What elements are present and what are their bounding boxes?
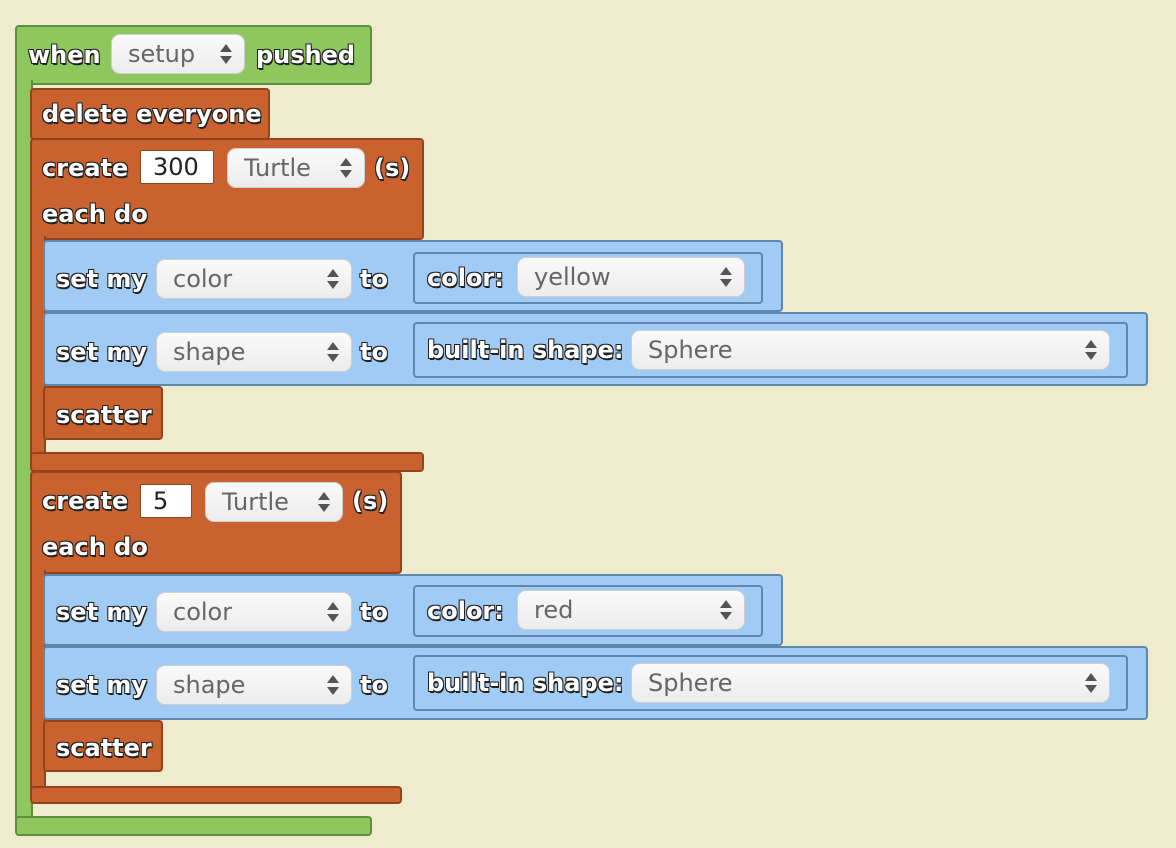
set-my-label: set my bbox=[56, 338, 148, 366]
shape-value-dropdown[interactable]: Sphere bbox=[631, 330, 1110, 370]
each-do-label: each do bbox=[42, 200, 148, 228]
create-label: create bbox=[42, 154, 129, 182]
shape-value-dropdown-value: Sphere bbox=[648, 669, 733, 697]
property-dropdown-value: color bbox=[173, 598, 233, 626]
when-label: when bbox=[28, 41, 101, 69]
property-dropdown[interactable]: shape bbox=[156, 665, 352, 705]
breed-dropdown[interactable]: Turtle bbox=[227, 148, 365, 188]
create-block-1-footer bbox=[30, 452, 424, 472]
trigger-dropdown-value: setup bbox=[128, 40, 196, 68]
updown-arrows-icon bbox=[1085, 340, 1097, 360]
color-value-label: color: bbox=[427, 264, 504, 292]
breed-dropdown-value: Turtle bbox=[244, 154, 311, 182]
event-block-footer bbox=[15, 816, 372, 836]
to-label: to bbox=[360, 598, 388, 626]
color-value-dropdown-value: red bbox=[534, 596, 574, 624]
trigger-dropdown[interactable]: setup bbox=[111, 34, 245, 74]
create-label: create bbox=[42, 487, 129, 515]
property-dropdown-value: shape bbox=[173, 338, 246, 366]
updown-arrows-icon bbox=[340, 158, 352, 178]
scatter-label: scatter bbox=[56, 734, 152, 762]
updown-arrows-icon bbox=[327, 269, 339, 289]
updown-arrows-icon bbox=[720, 600, 732, 620]
count-input[interactable]: 300 bbox=[140, 150, 214, 184]
updown-arrows-icon bbox=[327, 675, 339, 695]
plural-suffix-label: (s) bbox=[352, 487, 389, 515]
updown-arrows-icon bbox=[220, 44, 232, 64]
breed-dropdown[interactable]: Turtle bbox=[205, 482, 343, 522]
color-value-label: color: bbox=[427, 597, 504, 625]
create-block-2-footer bbox=[30, 786, 402, 804]
updown-arrows-icon bbox=[720, 267, 732, 287]
set-my-label: set my bbox=[56, 671, 148, 699]
shape-value-label: built-in shape: bbox=[427, 669, 624, 697]
updown-arrows-icon bbox=[318, 492, 330, 512]
count-input[interactable]: 5 bbox=[140, 484, 192, 518]
to-label: to bbox=[360, 338, 388, 366]
updown-arrows-icon bbox=[327, 602, 339, 622]
delete-everyone-label: delete everyone bbox=[42, 100, 262, 128]
each-do-label: each do bbox=[42, 533, 148, 561]
property-dropdown-value: color bbox=[173, 265, 233, 293]
color-value-dropdown-value: yellow bbox=[534, 263, 611, 291]
plural-suffix-label: (s) bbox=[374, 154, 411, 182]
to-label: to bbox=[360, 265, 388, 293]
property-dropdown[interactable]: color bbox=[156, 259, 352, 299]
shape-value-label: built-in shape: bbox=[427, 336, 624, 364]
color-value-dropdown[interactable]: red bbox=[517, 590, 745, 630]
scatter-label: scatter bbox=[56, 401, 152, 429]
to-label: to bbox=[360, 671, 388, 699]
color-value-dropdown[interactable]: yellow bbox=[517, 257, 745, 297]
property-dropdown[interactable]: color bbox=[156, 592, 352, 632]
shape-value-dropdown[interactable]: Sphere bbox=[631, 663, 1110, 703]
set-my-label: set my bbox=[56, 598, 148, 626]
shape-value-dropdown-value: Sphere bbox=[648, 336, 733, 364]
property-dropdown-value: shape bbox=[173, 671, 246, 699]
breed-dropdown-value: Turtle bbox=[222, 488, 289, 516]
set-my-label: set my bbox=[56, 265, 148, 293]
updown-arrows-icon bbox=[327, 342, 339, 362]
pushed-label: pushed bbox=[256, 41, 356, 69]
updown-arrows-icon bbox=[1085, 673, 1097, 693]
property-dropdown[interactable]: shape bbox=[156, 332, 352, 372]
